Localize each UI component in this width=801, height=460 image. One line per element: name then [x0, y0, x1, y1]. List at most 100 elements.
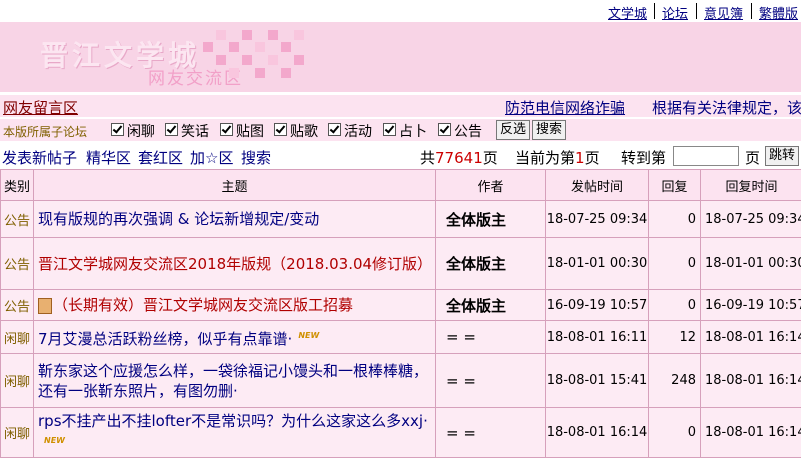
- category-cell: 闲聊: [0, 320, 34, 354]
- checkbox-activities[interactable]: [328, 123, 341, 136]
- current-page: 当前为第1页: [515, 149, 600, 167]
- table-row: 闲聊 靳东家这个应援怎么样，一袋徐福记小馒头和一根棒棒糖，还有一张靳东照片，有图…: [0, 353, 801, 408]
- top-links: 文学城 论坛 意见簿 繁體版: [0, 0, 801, 22]
- checkbox-divination[interactable]: [383, 123, 396, 136]
- replies-cell: 0: [648, 237, 701, 290]
- checkbox-chat[interactable]: [111, 123, 124, 136]
- replies-cell: 12: [648, 320, 701, 354]
- checkbox-label: 贴图: [236, 124, 264, 140]
- author-cell: 全体版主: [435, 200, 546, 238]
- post-time-cell: 18-08-01 15:41: [545, 353, 649, 408]
- author-cell: = =: [435, 407, 546, 458]
- checkbox-label: 闲聊: [127, 124, 155, 140]
- highlighted-link[interactable]: 套红区: [138, 147, 183, 168]
- subforum-label: 本版所属子论坛: [3, 125, 88, 139]
- checkbox-jokes[interactable]: [165, 123, 178, 136]
- site-banner: 晋江文学城 网友交流区: [0, 22, 801, 92]
- author-cell: = =: [435, 320, 546, 354]
- replies-cell: 0: [648, 289, 701, 321]
- reply-time-cell: 18-08-01 16:14: [700, 407, 801, 458]
- subject-cell: 靳东家这个应援怎么样，一袋徐福记小馒头和一根棒棒糖，还有一张靳东照片，有图勿删·: [33, 353, 436, 408]
- checkbox-announcements[interactable]: [438, 123, 451, 136]
- header-author: 作者: [435, 169, 546, 201]
- invert-selection-button[interactable]: 反选: [496, 120, 530, 140]
- post-time-cell: 18-07-25 09:34: [545, 200, 649, 238]
- divider: [696, 3, 697, 19]
- header-category: 类别: [0, 169, 34, 201]
- author-cell: 全体版主: [435, 237, 546, 290]
- post-time-cell: 18-01-01 00:30: [545, 237, 649, 290]
- link-forum[interactable]: 论坛: [662, 3, 688, 22]
- category-cell: 公告: [0, 289, 34, 321]
- checkbox-label: 活动: [344, 124, 372, 140]
- post-time-cell: 18-08-01 16:14: [545, 407, 649, 458]
- reply-time-cell: 18-08-01 16:14: [700, 353, 801, 408]
- divider: [751, 3, 752, 19]
- table-row: 闲聊 7月艾漫总活跃粉丝榜，似乎有点靠谱· NEW = = 18-08-01 16…: [0, 320, 801, 354]
- new-post-link[interactable]: 发表新帖子: [2, 147, 77, 168]
- reply-time-cell: 16-09-19 10:57: [700, 289, 801, 321]
- link-traditional[interactable]: 繁體版: [759, 3, 798, 22]
- header-reply-time: 回复时间: [700, 169, 801, 201]
- goto-suffix: 页: [745, 149, 761, 167]
- category-cell: 公告: [0, 237, 34, 290]
- checkbox-pictures[interactable]: [220, 123, 233, 136]
- table-row: 公告 （长期有效）晋江文学城网友交流区版工招募 全体版主 16-09-19 10…: [0, 289, 801, 321]
- divider: [654, 3, 655, 19]
- subforum-filter-bar: 本版所属子论坛 闲聊 笑话 贴图 贴歌 活动 占卜 公告 反选 搜索: [0, 119, 801, 141]
- checkbox-songs[interactable]: [274, 123, 287, 136]
- thread-nav-bar: 发表新帖子 精华区 套红区 加☆区 搜索 共77641页 当前为第1页 转到第 …: [0, 144, 801, 168]
- thread-link[interactable]: 7月艾漫总活跃粉丝榜，似乎有点靠谱·: [38, 330, 292, 348]
- thread-table: 类别 主题 作者 发帖时间 回复 回复时间 公告 现有版规的再次强调 & 论坛新…: [0, 169, 801, 460]
- board-title-bar: 网友留言区 防范电信网络诈骗 根据有关法律规定，该: [0, 95, 801, 117]
- jump-button[interactable]: 跳转: [765, 146, 799, 166]
- header-replies: 回复: [648, 169, 701, 201]
- checkbox-label: 占卜: [399, 124, 427, 140]
- subject-cell: rps不挂产出不挂lofter不是常识吗？为什么这家这么多xxj· NEW: [33, 407, 436, 458]
- checkbox-label: 公告: [454, 124, 482, 140]
- subject-cell: （长期有效）晋江文学城网友交流区版工招募: [33, 289, 436, 321]
- table-row: 公告 现有版规的再次强调 & 论坛新增规定/变动 全体版主 18-07-25 0…: [0, 200, 801, 238]
- thread-link[interactable]: （长期有效）晋江文学城网友交流区版工招募: [53, 296, 353, 314]
- replies-cell: 0: [648, 200, 701, 238]
- goto-label: 转到第: [621, 149, 667, 167]
- category-cell: 闲聊: [0, 353, 34, 408]
- table-row: 闲聊 rps不挂产出不挂lofter不是常识吗？为什么这家这么多xxj·NEW …: [0, 407, 801, 458]
- search-button[interactable]: 搜索: [532, 120, 566, 140]
- checkbox-label: 贴歌: [290, 124, 318, 140]
- thread-link[interactable]: 晋江文学城网友交流区2018年版规（2018.03.04修订版）: [38, 255, 432, 273]
- link-feedback[interactable]: 意见簿: [704, 3, 743, 22]
- starred-link[interactable]: 加☆区: [190, 147, 233, 168]
- header-subject: 主题: [33, 169, 436, 201]
- author-cell: 全体版主: [435, 289, 546, 321]
- page-count: 共77641页: [420, 149, 498, 167]
- thread-link[interactable]: rps不挂产出不挂lofter不是常识吗？为什么这家这么多xxj·: [38, 412, 428, 430]
- reply-time-cell: 18-08-01 16:14: [700, 320, 801, 354]
- author-cell: = =: [435, 353, 546, 408]
- legal-notice: 根据有关法律规定，该: [652, 99, 801, 117]
- thumbs-up-icon: [38, 297, 52, 314]
- new-badge: NEW: [298, 330, 320, 340]
- post-time-cell: 16-09-19 10:57: [545, 289, 649, 321]
- featured-link[interactable]: 精华区: [86, 147, 131, 168]
- subject-cell: 7月艾漫总活跃粉丝榜，似乎有点靠谱· NEW: [33, 320, 436, 354]
- table-row: 公告 晋江文学城网友交流区2018年版规（2018.03.04修订版） 全体版主…: [0, 237, 801, 290]
- replies-cell: 0: [648, 407, 701, 458]
- new-badge: NEW: [44, 436, 65, 445]
- reply-time-cell: 18-07-25 09:34: [700, 200, 801, 238]
- search-link[interactable]: 搜索: [241, 147, 271, 168]
- reply-time-cell: 18-01-01 00:30: [700, 237, 801, 290]
- header-post-time: 发帖时间: [545, 169, 649, 201]
- board-name[interactable]: 网友留言区: [3, 97, 78, 117]
- checkbox-label: 笑话: [181, 124, 209, 140]
- page-number-input[interactable]: [673, 146, 739, 166]
- fraud-notice-link[interactable]: 防范电信网络诈骗: [505, 97, 625, 117]
- thread-link[interactable]: 现有版规的再次强调 & 论坛新增规定/变动: [38, 210, 319, 228]
- subject-cell: 现有版规的再次强调 & 论坛新增规定/变动: [33, 200, 436, 238]
- replies-cell: 248: [648, 353, 701, 408]
- link-wenxuecheng[interactable]: 文学城: [608, 3, 647, 22]
- post-time-cell: 18-08-01 16:11: [545, 320, 649, 354]
- subject-cell: 晋江文学城网友交流区2018年版规（2018.03.04修订版）: [33, 237, 436, 290]
- category-cell: 闲聊: [0, 407, 34, 458]
- thread-link[interactable]: 靳东家这个应援怎么样，一袋徐福记小馒头和一根棒棒糖，还有一张靳东照片，有图勿删·: [38, 362, 428, 400]
